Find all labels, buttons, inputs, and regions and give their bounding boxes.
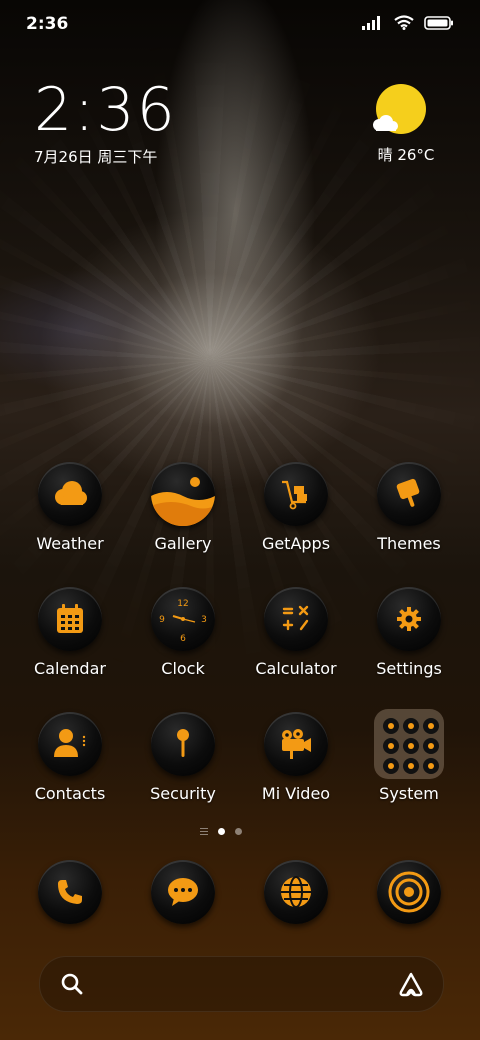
app-mi-video[interactable]: Mi Video	[246, 712, 346, 803]
app-gallery[interactable]: Gallery	[133, 462, 233, 553]
clock-number-9: 9	[159, 615, 165, 625]
app-label: System	[379, 784, 439, 803]
cloud-icon	[55, 481, 87, 505]
app-icon	[264, 587, 328, 651]
clock-number-12: 12	[177, 599, 188, 609]
app-icon	[377, 462, 441, 526]
app-label: Calendar	[34, 659, 106, 678]
app-icon: 12 3 6 9	[151, 587, 215, 651]
folder-icon	[374, 709, 444, 779]
app-getapps[interactable]: GetApps	[246, 462, 346, 553]
app-label: Calculator	[255, 659, 337, 678]
app-label: Weather	[36, 534, 104, 553]
gear-icon	[397, 607, 421, 631]
mini-app-icon	[423, 738, 439, 754]
status-time: 2:36	[26, 14, 69, 34]
app-label: Mi Video	[261, 784, 331, 803]
sun-cloud-icon	[373, 84, 426, 134]
person-icon	[54, 729, 86, 757]
app-icon	[151, 462, 215, 526]
assistant-icon[interactable]	[397, 971, 425, 997]
browser-icon	[281, 876, 311, 908]
clock-icon: 12 3 6 9	[159, 599, 207, 644]
search-icon	[61, 973, 83, 995]
app-calculator[interactable]: Calculator	[246, 587, 346, 678]
mini-app-icon	[423, 718, 439, 734]
calendar-icon	[57, 604, 83, 633]
app-label: Security	[150, 784, 216, 803]
app-icon	[377, 587, 441, 651]
page-dot-active	[218, 828, 225, 835]
dock-camera[interactable]	[359, 860, 459, 924]
search-bar[interactable]	[39, 956, 444, 1012]
weather-widget[interactable]: 晴 26°C	[366, 84, 446, 165]
dock-browser[interactable]	[246, 860, 346, 924]
app-icon	[264, 860, 328, 924]
mini-app-icon	[403, 758, 419, 774]
widget-time: 2:36	[34, 75, 177, 145]
app-label: Clock	[161, 659, 205, 678]
app-icon	[38, 712, 102, 776]
app-icon	[151, 712, 215, 776]
app-themes[interactable]: Themes	[359, 462, 459, 553]
battery-icon	[424, 15, 453, 30]
home-screen: 2:36 2:36 7月26日 周三下午 晴 26°C Weather Gall…	[0, 0, 480, 1040]
phone-icon	[58, 880, 82, 904]
app-label: Gallery	[154, 534, 212, 553]
key-icon	[177, 729, 189, 757]
dock-phone[interactable]	[20, 860, 120, 924]
cart-icon	[282, 480, 307, 510]
app-icon	[377, 860, 441, 924]
app-icon	[264, 712, 328, 776]
calculator-icon	[282, 605, 309, 631]
clock-number-3: 3	[201, 615, 207, 625]
app-security[interactable]: Security	[133, 712, 233, 803]
page-dot	[235, 828, 242, 835]
page-indicator[interactable]	[200, 828, 242, 835]
video-camera-icon	[282, 729, 311, 759]
app-label: Contacts	[34, 784, 106, 803]
mini-app-icon	[423, 758, 439, 774]
mini-app-icon	[403, 738, 419, 754]
app-label: Settings	[376, 659, 442, 678]
weather-text: 晴 26°C	[377, 146, 435, 164]
clock-number-6: 6	[180, 634, 186, 644]
app-icon	[264, 462, 328, 526]
app-icon	[38, 462, 102, 526]
status-bar: 2:36	[0, 0, 480, 50]
app-clock[interactable]: 12 3 6 9 Clock	[133, 587, 233, 678]
dock-messages[interactable]	[133, 860, 233, 924]
brush-icon	[396, 478, 420, 507]
app-contacts[interactable]: Contacts	[20, 712, 120, 803]
message-icon	[168, 878, 198, 906]
app-settings[interactable]: Settings	[359, 587, 459, 678]
status-icons	[362, 15, 454, 30]
app-icon	[38, 860, 102, 924]
app-icon	[151, 860, 215, 924]
app-label: GetApps	[261, 534, 331, 553]
landscape-icon	[151, 477, 215, 526]
app-label: Themes	[377, 534, 441, 553]
mini-app-icon	[383, 758, 399, 774]
wifi-icon	[394, 15, 414, 30]
app-weather[interactable]: Weather	[20, 462, 120, 553]
widget-date: 7月26日 周三下午	[34, 148, 158, 166]
camera-icon	[388, 871, 430, 913]
app-icon	[38, 587, 102, 651]
signal-icon	[362, 15, 380, 30]
mini-app-icon	[383, 738, 399, 754]
app-drawer-lines-icon	[200, 828, 208, 835]
mini-app-icon	[403, 718, 419, 734]
mini-app-icon	[383, 718, 399, 734]
app-calendar[interactable]: Calendar	[20, 587, 120, 678]
clock-widget[interactable]: 2:36 7月26日 周三下午	[34, 78, 177, 167]
app-system-folder[interactable]: System	[359, 709, 459, 803]
